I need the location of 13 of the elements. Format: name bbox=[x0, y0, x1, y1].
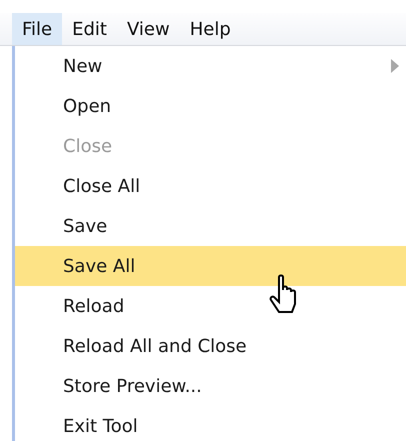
menu-item[interactable]: New bbox=[15, 46, 406, 86]
menu-item[interactable]: Save All bbox=[15, 246, 406, 286]
menu-item[interactable]: Store Preview... bbox=[15, 366, 406, 406]
menu-item[interactable]: Save bbox=[15, 206, 406, 246]
menu-bar-item[interactable]: Help bbox=[180, 13, 241, 45]
menu-bar-item[interactable]: View bbox=[116, 13, 180, 45]
menu-item[interactable]: Exit Tool bbox=[15, 406, 406, 441]
menu-item[interactable]: Open bbox=[15, 86, 406, 126]
menu-item[interactable]: Reload bbox=[15, 286, 406, 326]
menu-bar-item[interactable]: Edit bbox=[62, 13, 117, 45]
menu-item[interactable]: Reload All and Close bbox=[15, 326, 406, 366]
menu-item[interactable]: Close All bbox=[15, 166, 406, 206]
menu-bar-item[interactable]: File bbox=[12, 13, 62, 45]
